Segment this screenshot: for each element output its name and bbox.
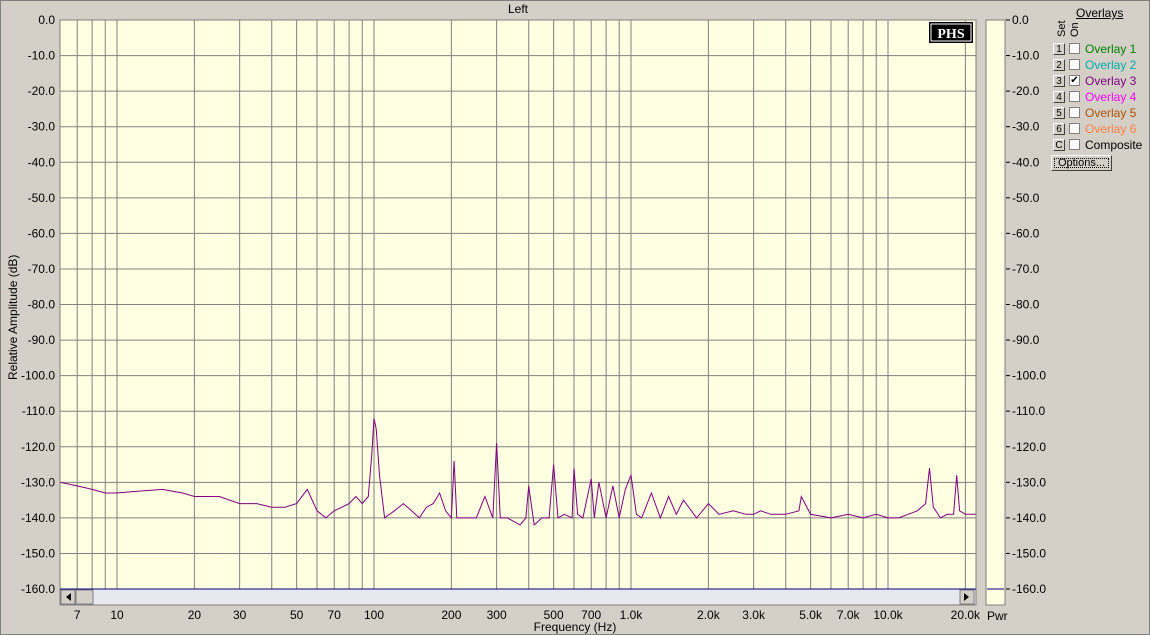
overlay-name: Overlay 2 [1085,57,1137,72]
x-tick-label: 1.0k [620,608,644,622]
overlay-row: C Composite [1053,137,1142,152]
y-tick-label: -60.0 [28,226,56,240]
overlay-checkbox[interactable] [1069,123,1080,134]
y-tick-label-right: -90.0 [1012,333,1040,347]
y-tick-label-right: -10.0 [1012,49,1040,63]
y-tick-label: -100.0 [21,369,55,383]
overlay-name: Composite [1085,137,1143,152]
y-tick-label-right: -130.0 [1012,475,1046,489]
x-tick-label: 200 [441,608,461,622]
power-meter [985,19,1006,606]
y-tick-label-right: -40.0 [1012,155,1040,169]
y-tick-label: -130.0 [21,475,55,489]
overlay-checkbox[interactable] [1069,43,1080,54]
power-meter-label: Pwr [987,609,1008,623]
x-tick-label: 20.0k [951,608,981,622]
scroll-thumb[interactable] [75,589,94,605]
x-tick-label: 10 [110,608,124,622]
y-ticks-right: 0.0 -10.0 -20.0 -30.0 -40.0 -50.0 -60.0 -70.0 -8… [1006,13,1046,596]
overlay-name: Overlay 5 [1085,105,1137,120]
overlay-name: Overlay 4 [1085,89,1137,104]
horizontal-scrollbar[interactable] [59,588,977,606]
plot-area [60,20,976,605]
overlays-header: Overlays [1076,6,1124,20]
x-tick-label: 20 [188,608,202,622]
y-tick-label: -20.0 [28,84,56,98]
y-tick-label: -70.0 [28,262,56,276]
overlay-name: Overlay 3 [1085,73,1137,88]
y-tick-label: -80.0 [28,298,56,312]
overlay-row: 6 Overlay 6 [1053,121,1136,136]
x-tick-label: 5.0k [799,608,823,622]
x-tick-label: 100 [364,608,384,622]
overlay-set-button[interactable]: 1 [1053,42,1065,55]
y-tick-label: -40.0 [28,155,56,169]
x-tick-label: 10.0k [873,608,903,622]
y-tick-label-right: -70.0 [1012,262,1040,276]
set-column-label: Set [1056,20,1068,37]
y-ticks-left: 0.0 -10.0 -20.0 -30.0 -40.0 -50.0 -60.0 -70.0 -8… [21,13,55,596]
y-tick-label: -150.0 [21,546,55,560]
y-tick-label-right: -50.0 [1012,191,1040,205]
phs-logo: PHS [929,22,973,43]
overlay-row: 3 ✔ Overlay 3 [1053,73,1136,88]
overlay-set-button[interactable]: 4 [1053,90,1065,103]
x-tick-label: 3.0k [742,608,766,622]
overlay-checkbox[interactable] [1069,139,1080,150]
x-tick-label: 7.0k [837,608,861,622]
y-tick-label: -140.0 [21,511,55,525]
x-tick-label: 30 [233,608,247,622]
x-tick-label: 2.0k [697,608,721,622]
y-tick-label-right: -110.0 [1012,404,1045,418]
overlay-checkbox[interactable] [1069,91,1080,102]
overlay-checkbox[interactable] [1069,59,1080,70]
x-tick-label: 7 [74,608,81,622]
x-tick-label: 300 [487,608,507,622]
x-tick-label: 50 [290,608,304,622]
y-tick-label: -10.0 [28,49,56,63]
x-tick-label: 70 [328,608,342,622]
y-tick-label: -90.0 [28,333,56,347]
overlay-row: 2 Overlay 2 [1053,57,1136,72]
overlay-name: Overlay 6 [1085,121,1137,136]
y-tick-label: -160.0 [21,582,55,596]
overlay-set-button[interactable]: 6 [1053,122,1065,135]
svg-text:PHS: PHS [937,27,964,42]
y-tick-label-right: -100.0 [1012,369,1046,383]
y-tick-label-right: -20.0 [1012,84,1040,98]
y-tick-label-right: -160.0 [1012,582,1046,596]
overlay-set-button[interactable]: 5 [1053,106,1065,119]
overlay-row: 5 Overlay 5 [1053,105,1136,120]
overlay-set-button[interactable]: 2 [1053,58,1065,71]
overlay-set-button[interactable]: C [1053,138,1065,151]
y-tick-label: -30.0 [28,120,56,134]
x-ticks: 7 10 20 30 50 70 100 200 300 500 700 1.0k 2.0k 3.0k 5.… [74,608,981,622]
y-tick-label: -120.0 [21,440,55,454]
y-tick-label: 0.0 [38,13,55,27]
y-tick-label-right: -60.0 [1012,226,1040,240]
y-tick-label-right: -30.0 [1012,120,1040,134]
options-button[interactable]: Options... [1051,155,1112,171]
x-tick-label: 700 [581,608,601,622]
spectrum-chart: 0.0 -10.0 -20.0 -30.0 -40.0 -50.0 -60.0 -70.0 -8… [21,13,1046,622]
y-tick-label-right: 0.0 [1012,13,1029,27]
overlay-set-button[interactable]: 3 [1053,74,1065,87]
overlay-checkbox[interactable] [1069,107,1080,118]
x-tick-label: 500 [544,608,564,622]
y-tick-label-right: -120.0 [1012,440,1046,454]
y-tick-label: -50.0 [28,191,56,205]
on-column-label: On [1069,22,1081,37]
overlay-row: 1 Overlay 1 [1053,41,1136,56]
overlay-row: 4 Overlay 4 [1053,89,1136,104]
y-tick-label-right: -140.0 [1012,511,1046,525]
y-tick-label-right: -80.0 [1012,298,1040,312]
overlay-name: Overlay 1 [1085,41,1137,56]
y-tick-label: -110.0 [22,404,55,418]
overlay-checkbox[interactable]: ✔ [1069,75,1080,86]
y-tick-label-right: -150.0 [1012,546,1046,560]
